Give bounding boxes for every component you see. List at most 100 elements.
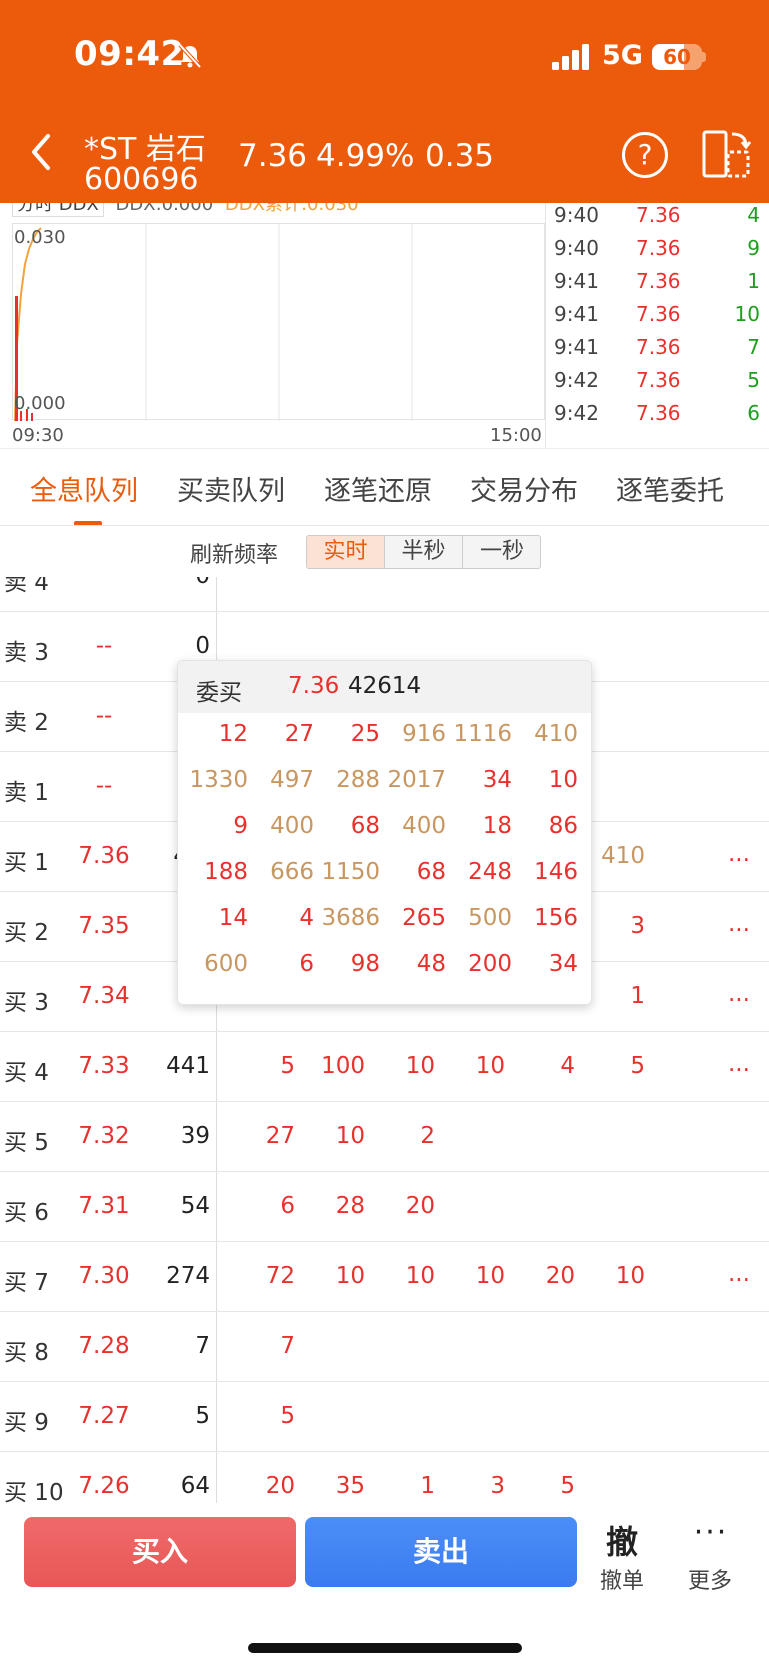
- tick-volume: 7: [747, 335, 760, 359]
- buy-row[interactable]: 买 10 7.26 64 20 35 1 3 5: [0, 1452, 769, 1503]
- more-orders-icon[interactable]: ...: [728, 841, 750, 867]
- order-quantity: 20: [265, 1473, 295, 1499]
- bid-queue-popup[interactable]: 委买 7.36 42614 12 27 25 916 1116 410 1330 497 288…: [177, 660, 592, 1005]
- more-icon[interactable]: ···: [686, 1518, 736, 1548]
- sell-button[interactable]: 卖出: [305, 1517, 577, 1587]
- popup-order-cell: 25: [350, 721, 380, 747]
- y-axis-bottom-label: 0.000: [14, 393, 66, 414]
- popup-order-cell: 400: [270, 813, 314, 839]
- level-quantity: 0: [140, 577, 210, 589]
- more-button[interactable]: 更多: [682, 1563, 738, 1595]
- level-label: 买 1: [4, 850, 49, 876]
- refresh-rate-selector: 实时 半秒 一秒: [306, 535, 541, 569]
- tick-row: 9:40 7.36 4: [546, 203, 769, 238]
- tab-full-queue[interactable]: 全息队列: [30, 469, 138, 508]
- level-label: 买 9: [4, 1410, 49, 1436]
- refresh-halfsec-option[interactable]: 半秒: [385, 536, 463, 568]
- buy-row[interactable]: 买 8 7.28 7 7: [0, 1312, 769, 1382]
- popup-order-cell: 600: [204, 951, 248, 977]
- buy-row[interactable]: 买 5 7.32 39 27 10 2: [0, 1102, 769, 1172]
- popup-order-cell: 1330: [189, 767, 248, 793]
- tick-row: 9:41 7.36 10: [546, 302, 769, 337]
- legend-ddx: DDX:0.000: [115, 203, 214, 215]
- tick-price: 7.36: [636, 236, 681, 260]
- order-quantity: 20: [545, 1263, 575, 1289]
- x-axis-start-label: 09:30: [12, 425, 64, 446]
- popup-order-cell: 68: [416, 859, 446, 885]
- tick-volume: 6: [747, 401, 760, 425]
- tick-price: 7.36: [636, 302, 681, 326]
- level-quantity: 274: [166, 1263, 210, 1289]
- sell-row[interactable]: 卖 4 0: [0, 577, 769, 612]
- bell-muted-icon: [178, 43, 202, 69]
- stock-price: 7.36: [238, 138, 308, 174]
- order-quantity: 10: [475, 1263, 505, 1289]
- popup-order-cell: 146: [534, 859, 578, 885]
- order-quantity: 5: [630, 1053, 645, 1079]
- more-orders-icon[interactable]: ...: [728, 981, 750, 1007]
- tab-tick-orders[interactable]: 逐笔委托: [616, 469, 724, 508]
- stock-code: 600696: [84, 162, 199, 197]
- level-quantity: 441: [166, 1053, 210, 1079]
- order-quantity: 27: [265, 1123, 295, 1149]
- popup-order-cell: 68: [350, 813, 380, 839]
- tick-price: 7.36: [636, 269, 681, 293]
- refresh-realtime-option[interactable]: 实时: [307, 536, 385, 568]
- tab-bid-ask-queue[interactable]: 买卖队列: [177, 469, 285, 508]
- buy-row[interactable]: 买 6 7.31 54 6 28 20: [0, 1172, 769, 1242]
- status-time: 09:42: [74, 34, 185, 74]
- tick-volume: 5: [747, 368, 760, 392]
- level-price: 7.32: [78, 1123, 130, 1149]
- order-quantity: 10: [615, 1263, 645, 1289]
- level-quantity: 54: [180, 1193, 210, 1219]
- refresh-rate-label: 刷新频率: [190, 543, 279, 568]
- cancel-order-button[interactable]: 撤单: [596, 1563, 648, 1595]
- cancel-order-icon[interactable]: 撤: [600, 1517, 644, 1563]
- tab-tick-restore[interactable]: 逐笔还原: [324, 469, 432, 508]
- order-quantity: 4: [560, 1053, 575, 1079]
- level-price: 7.27: [78, 1403, 130, 1429]
- tick-row: 9:42 7.36 6: [546, 401, 769, 436]
- help-icon[interactable]: ?: [622, 132, 668, 178]
- level-quantity: 0: [195, 633, 210, 659]
- popup-order-cell: 27: [284, 721, 314, 747]
- level-label: 买 2: [4, 920, 49, 946]
- popup-order-cell: 48: [416, 951, 446, 977]
- tab-trade-distribution[interactable]: 交易分布: [470, 469, 578, 508]
- more-orders-icon[interactable]: ...: [728, 1051, 750, 1077]
- buy-row[interactable]: 买 4 7.33 441 5 100 10 10 4 5...: [0, 1032, 769, 1102]
- ddx-bar: [31, 413, 33, 421]
- popup-order-cell: 410: [534, 721, 578, 747]
- buy-row[interactable]: 买 7 7.30 274 72 10 10 10 20 10...: [0, 1242, 769, 1312]
- order-quantity: 3: [490, 1473, 505, 1499]
- tab-bar: 全息队列 买卖队列 逐笔还原 交易分布 逐笔委托: [0, 448, 769, 526]
- order-quantity: 10: [335, 1263, 365, 1289]
- popup-order-cell: 156: [534, 905, 578, 931]
- chart-indicator-select[interactable]: 分时 DDX: [12, 203, 104, 217]
- level-price: 7.35: [78, 913, 130, 939]
- level-label: 买 3: [4, 990, 49, 1016]
- tick-list: 9:40 7.36 4 9:40 7.36 9 9:41 7.36 1 9:41…: [545, 203, 769, 448]
- x-axis-end-label: 15:00: [490, 425, 542, 446]
- back-arrow-icon[interactable]: [26, 130, 56, 174]
- popup-order-cell: 265: [402, 905, 446, 931]
- tick-row: 9:40 7.36 9: [546, 236, 769, 271]
- popup-order-cell: 400: [402, 813, 446, 839]
- rotate-screen-icon[interactable]: [702, 130, 752, 178]
- buy-button[interactable]: 买入: [24, 1517, 296, 1587]
- more-orders-icon[interactable]: ...: [728, 1261, 750, 1287]
- tick-price: 7.36: [636, 335, 681, 359]
- order-quantity: 72: [265, 1263, 295, 1289]
- level-price: 7.31: [78, 1193, 130, 1219]
- tick-volume: 1: [747, 269, 760, 293]
- tick-time: 9:41: [554, 302, 599, 326]
- level-price: --: [95, 633, 113, 659]
- order-quantity: 10: [405, 1263, 435, 1289]
- refresh-onesec-option[interactable]: 一秒: [463, 536, 540, 568]
- more-orders-icon[interactable]: ...: [728, 911, 750, 937]
- buy-row[interactable]: 买 9 7.27 5 5: [0, 1382, 769, 1452]
- popup-header: 委买 7.36 42614: [178, 661, 591, 713]
- order-quantity: 3: [630, 913, 645, 939]
- tick-price: 7.36: [636, 401, 681, 425]
- battery-level: 60: [663, 45, 691, 69]
